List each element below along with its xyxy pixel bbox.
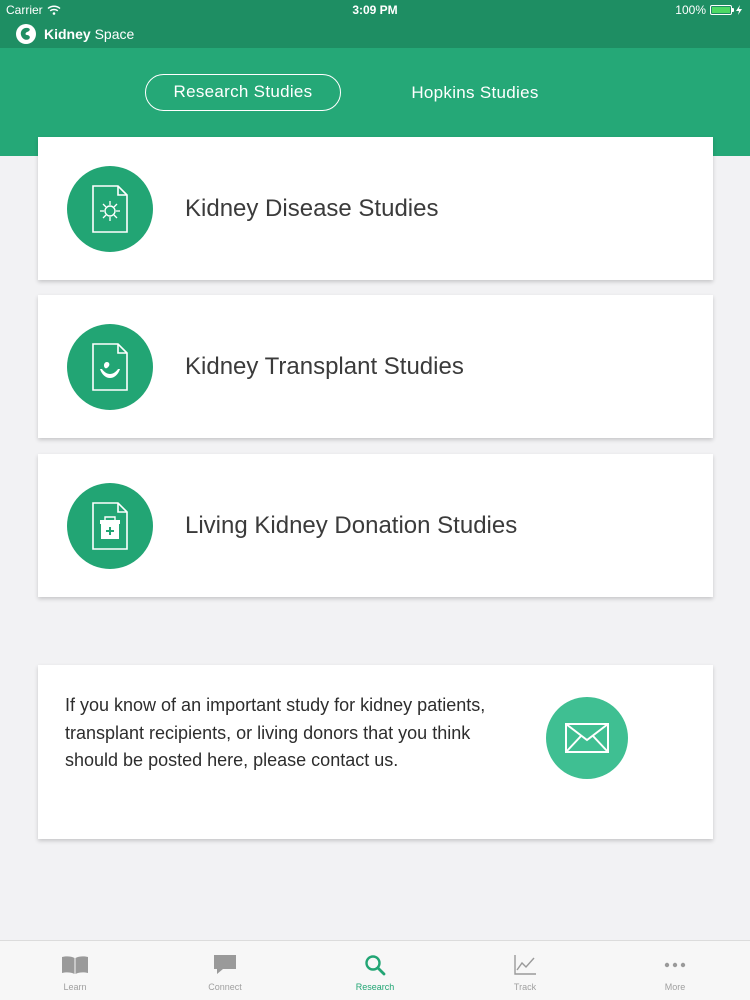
study-card-kidney-transplant[interactable]: Kidney Transplant Studies [38, 295, 713, 438]
charging-icon [736, 5, 742, 15]
bottom-tab-bar: Learn Connect Research Track More [0, 940, 750, 1000]
study-label: Living Kidney Donation Studies [185, 512, 518, 539]
search-icon [364, 953, 386, 977]
status-time: 3:09 PM [352, 3, 398, 17]
document-hands-kidney-icon [67, 324, 153, 410]
line-chart-icon [513, 953, 537, 977]
document-virus-icon [67, 166, 153, 252]
tab-track[interactable]: Track [450, 941, 600, 1000]
tab-research-studies[interactable]: Research Studies [145, 74, 341, 111]
tab-label: More [664, 982, 686, 992]
document-cooler-icon [67, 483, 153, 569]
study-label: Kidney Disease Studies [185, 195, 439, 222]
app-title-rest: Space [90, 26, 135, 42]
app-header: Kidney Space [0, 20, 750, 48]
tab-label: Track [513, 982, 537, 992]
app-title: Kidney Space [44, 26, 134, 42]
tab-more[interactable]: More [600, 941, 750, 1000]
tab-label: Connect [208, 982, 242, 992]
study-card-living-donation[interactable]: Living Kidney Donation Studies [38, 454, 713, 597]
battery-info: 100% [675, 3, 742, 17]
tab-connect[interactable]: Connect [150, 941, 300, 1000]
battery-icon [710, 5, 734, 15]
envelope-icon[interactable] [546, 697, 628, 779]
tab-learn[interactable]: Learn [0, 941, 150, 1000]
tab-research[interactable]: Research [300, 941, 450, 1000]
status-bar: Carrier 3:09 PM 100% [0, 0, 750, 20]
book-icon [61, 953, 89, 977]
kidney-logo-icon [16, 24, 36, 44]
contact-text: If you know of an important study for ki… [65, 695, 486, 770]
battery-percent: 100% [675, 3, 706, 17]
more-dots-icon [663, 953, 687, 977]
study-card-kidney-disease[interactable]: Kidney Disease Studies [38, 137, 713, 280]
contact-card: If you know of an important study for ki… [38, 665, 713, 839]
app-title-bold: Kidney [44, 26, 91, 42]
study-label: Kidney Transplant Studies [185, 353, 464, 380]
tab-label: Learn [63, 982, 87, 992]
chat-bubble-icon [212, 953, 238, 977]
tab-hopkins-studies[interactable]: Hopkins Studies [390, 74, 560, 111]
tab-label: Research [355, 982, 395, 992]
